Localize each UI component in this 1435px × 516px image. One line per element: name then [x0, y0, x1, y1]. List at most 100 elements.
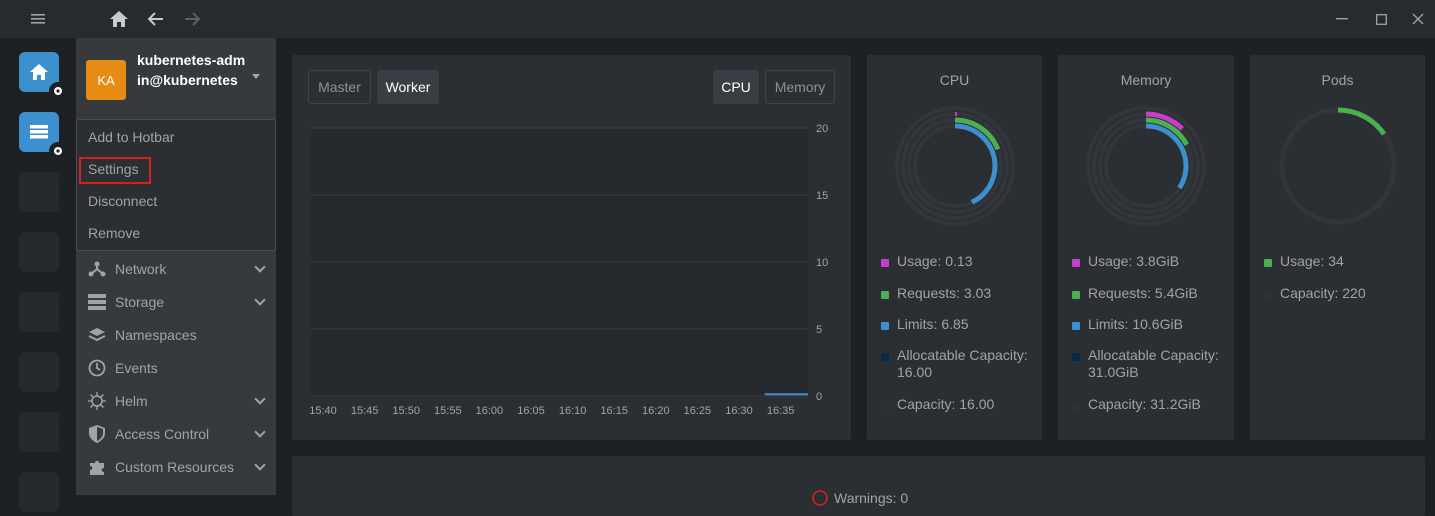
storage-icon [87, 292, 107, 312]
warnings-panel: Warnings: 0 [292, 456, 1425, 516]
cpu-line-chart: 0 5 10 15 20 15:40 15:45 15:50 15:55 16:00 16:05 1… [309, 123, 828, 417]
x-tick-label: 16:25 [684, 405, 712, 417]
legend-swatch [881, 259, 889, 267]
sidebar-item-label: Custom Resources [115, 458, 235, 475]
legend-label: Usage: 34 [1280, 253, 1344, 269]
sidebar-item-label: Access Control [115, 425, 210, 442]
legend-swatch [1072, 402, 1080, 410]
x-tick-label: 15:55 [434, 405, 462, 417]
cluster-name: kubernetes-admin@kubernetes [137, 52, 246, 88]
helm-icon [87, 391, 107, 411]
main-content: Master Worker CPU Memory 0 5 10 15 20 15:40 1… [276, 38, 1435, 516]
minimize-icon[interactable] [1323, 0, 1361, 38]
x-tick-label: 16:20 [642, 405, 670, 417]
legend-label: Allocatable Capacity: 31.0GiB [1088, 347, 1219, 380]
legend-swatch [1072, 291, 1080, 299]
sidebar-item-custom-resources[interactable]: Custom Resources [76, 450, 276, 483]
warning-icon [812, 490, 828, 506]
menu-item-disconnect[interactable]: Disconnect [88, 191, 157, 211]
allocatable-ring [901, 112, 1009, 220]
legend-swatch [881, 291, 889, 299]
hotbar-cluster-item[interactable] [19, 112, 67, 160]
close-icon[interactable] [1399, 0, 1435, 38]
menu-item-remove[interactable]: Remove [88, 223, 140, 243]
legend-label: Limits: 10.6GiB [1088, 316, 1183, 332]
chevron-down-icon[interactable] [252, 74, 260, 79]
warnings-title: Warnings: 0 [834, 490, 909, 506]
cluster-list-icon [30, 125, 48, 139]
panel-title: Pods [1321, 72, 1354, 88]
gear-icon[interactable] [49, 142, 67, 160]
menu-item-add-to-hotbar[interactable]: Add to Hotbar [88, 127, 174, 147]
y-tick-label: 10 [816, 257, 828, 269]
chevron-down-icon [254, 393, 266, 405]
y-tick-label: 15 [816, 190, 828, 202]
sidebar-item-namespaces[interactable]: Namespaces [76, 318, 276, 351]
legend-label: Usage: 0.13 [897, 253, 973, 269]
hotbar-empty-slot[interactable] [19, 472, 59, 512]
x-tick-label: 16:00 [476, 405, 504, 417]
network-icon [87, 259, 107, 279]
home-icon [30, 64, 48, 80]
x-tick-label: 16:15 [600, 405, 628, 417]
hotbar-empty-slot[interactable] [19, 352, 59, 392]
pods-usage-panel: Pods Usage: 34 Capacity: 220 [1250, 55, 1425, 440]
menu-icon[interactable] [19, 0, 57, 38]
legend-swatch [1264, 259, 1272, 267]
back-arrow-icon[interactable] [137, 0, 175, 38]
chevron-down-icon [254, 294, 266, 306]
panel-title: Memory [1120, 72, 1172, 88]
cpu-usage-panel: CPU Usage: 0.13 Requests: 3.03 Limits: 6.8… [867, 55, 1042, 440]
chevron-down-icon [254, 426, 266, 438]
hotbar-empty-slot[interactable] [19, 292, 59, 332]
y-tick-label: 20 [816, 123, 828, 135]
legend-label: Limits: 6.85 [897, 316, 969, 332]
legend-label: Capacity: 220 [1280, 285, 1366, 301]
legend-label: Requests: 3.03 [897, 285, 992, 301]
legend-swatch [1072, 259, 1080, 267]
hotbar-home-item[interactable] [19, 52, 67, 100]
x-tick-label: 15:40 [309, 405, 337, 417]
y-tick-label: 5 [816, 324, 822, 336]
x-tick-label: 15:50 [392, 405, 420, 417]
sidebar-item-helm[interactable]: Helm [76, 384, 276, 417]
sidebar-item-storage[interactable]: Storage [76, 285, 276, 318]
sidebar-item-access-control[interactable]: Access Control [76, 417, 276, 450]
x-tick-label: 16:35 [767, 405, 795, 417]
x-tick-label: 16:10 [559, 405, 587, 417]
shield-icon [87, 424, 107, 444]
sidebar-item-events[interactable]: Events [76, 351, 276, 384]
y-tick-label: 0 [816, 391, 822, 403]
cluster-header[interactable]: KA kubernetes-admin@kubernetes [76, 38, 276, 118]
hotbar-empty-slot[interactable] [19, 172, 59, 212]
hotbar-empty-slot[interactable] [19, 412, 59, 452]
memory-usage-panel: Memory Usage: 3.8GiB Requests: 5.4GiB Limi… [1058, 55, 1234, 440]
sidebar-item-label: Helm [115, 392, 148, 409]
hotbar [0, 38, 76, 512]
legend-label: Usage: 3.8GiB [1088, 253, 1180, 269]
legend-swatch [1264, 291, 1272, 299]
legend-swatch [881, 353, 889, 361]
panel-title: CPU [939, 72, 970, 88]
legend-swatch [1072, 322, 1080, 330]
legend-label: Capacity: 31.2GiB [1088, 396, 1201, 412]
menu-item-settings[interactable]: Settings [88, 159, 139, 179]
home-icon[interactable] [100, 0, 138, 38]
x-tick-label: 16:30 [725, 405, 753, 417]
sidebar-item-label: Events [115, 359, 158, 376]
hotbar-empty-slot[interactable] [19, 232, 59, 272]
legend-label: Capacity: 16.00 [897, 396, 995, 412]
metrics-chart-panel: Master Worker CPU Memory 0 5 10 15 20 15:40 1… [292, 55, 851, 440]
memory-donut [1086, 106, 1206, 226]
cpu-donut [895, 106, 1015, 226]
maximize-icon[interactable] [1362, 0, 1400, 38]
x-tick-label: 16:05 [517, 405, 545, 417]
sidebar-item-network[interactable]: Network [76, 252, 276, 285]
cluster-context-menu: Add to Hotbar Settings Disconnect Remove [76, 119, 276, 251]
clock-icon [87, 358, 107, 378]
avatar: KA [86, 60, 126, 100]
sidebar-item-label: Network [115, 260, 167, 277]
sidebar-item-label: Storage [115, 293, 165, 310]
gear-icon[interactable] [49, 82, 67, 100]
forward-arrow-icon[interactable] [173, 0, 211, 38]
